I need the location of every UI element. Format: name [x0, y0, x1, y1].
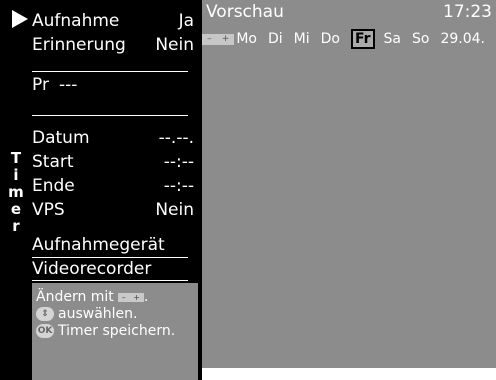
program-label: Pr [32, 75, 49, 95]
recording-value: Ja [178, 11, 194, 31]
minus-glyph: – [121, 292, 126, 302]
date-value: --.--. [158, 128, 194, 148]
divider [32, 280, 188, 281]
help-box: Ändern mit – + . ⇕ auswählen. OK Timer s… [32, 283, 198, 380]
plus-glyph: + [133, 292, 140, 302]
minus-plus-icon[interactable]: – + [202, 33, 235, 45]
preview-panel: Vorschau 17:23 – + Mo Di Mi Do Fr Sa So … [202, 0, 496, 368]
side-letter-r: r [12, 217, 20, 235]
end-row[interactable]: Ende --:-- [32, 175, 194, 197]
help-line-save: OK Timer speichern. [36, 323, 175, 339]
help-change-text: Ändern mit [36, 289, 114, 305]
start-label: Start [32, 152, 74, 172]
device-row[interactable]: Videorecorder [32, 258, 194, 280]
clock: 17:23 [443, 2, 492, 22]
date-row[interactable]: Datum --.--. [32, 127, 194, 149]
help-select-text: auswählen. [58, 306, 138, 322]
end-value: --:-- [163, 176, 194, 196]
plus-glyph: + [221, 34, 230, 44]
day-mi[interactable]: Mi [294, 31, 310, 47]
program-row[interactable]: Pr --- [32, 74, 194, 96]
device-heading: Aufnahmegerät [32, 235, 165, 255]
side-letter-t: T [10, 149, 22, 167]
day-sa[interactable]: Sa [384, 31, 401, 47]
reminder-label: Erinnerung [32, 35, 126, 55]
preview-title: Vorschau [206, 2, 284, 22]
help-line-select: ⇕ auswählen. [36, 306, 137, 322]
ok-button-icon: OK [36, 324, 54, 338]
timer-menu-panel: T i m e r Aufnahme Ja Erinnerung Nein Pr… [0, 0, 202, 380]
end-label: Ende [32, 176, 75, 196]
date-label: Datum [32, 128, 90, 148]
day-fr-selected[interactable]: Fr [350, 29, 375, 49]
divider [32, 71, 188, 72]
day-so[interactable]: So [412, 31, 429, 47]
timer-side-label: T i m e r [8, 150, 24, 235]
recording-row[interactable]: Aufnahme Ja [32, 10, 194, 32]
selection-arrow-icon [12, 10, 28, 28]
side-letter-i: i [13, 166, 19, 184]
device-heading-row: Aufnahmegerät [32, 234, 194, 256]
program-value: --- [58, 75, 78, 95]
day-selector: – + Mo Di Mi Do Fr Sa So 29.04. [202, 28, 496, 50]
preview-date: 29.04. [440, 31, 485, 47]
day-do[interactable]: Do [321, 31, 340, 47]
start-value: --:-- [163, 152, 194, 172]
minus-plus-icon: – + [117, 292, 144, 302]
reminder-row[interactable]: Erinnerung Nein [32, 34, 194, 56]
side-letter-e: e [10, 200, 22, 218]
up-down-button-icon: ⇕ [36, 307, 54, 321]
vps-label: VPS [32, 200, 65, 220]
day-di[interactable]: Di [268, 31, 283, 47]
recording-label: Aufnahme [32, 11, 120, 31]
day-mo[interactable]: Mo [236, 31, 257, 47]
device-value: Videorecorder [32, 259, 152, 279]
help-change-suffix: . [143, 289, 149, 305]
side-letter-m: m [8, 183, 24, 201]
start-row[interactable]: Start --:-- [32, 151, 194, 173]
help-line-change: Ändern mit – + . [36, 289, 148, 305]
divider [32, 115, 188, 116]
vps-row[interactable]: VPS Nein [32, 199, 194, 221]
timer-menu-items: Aufnahme Ja Erinnerung Nein Pr --- Datum… [32, 0, 202, 380]
reminder-value: Nein [155, 35, 194, 55]
help-save-text: Timer speichern. [58, 323, 176, 339]
minus-glyph: – [207, 34, 212, 44]
vps-value: Nein [155, 200, 194, 220]
